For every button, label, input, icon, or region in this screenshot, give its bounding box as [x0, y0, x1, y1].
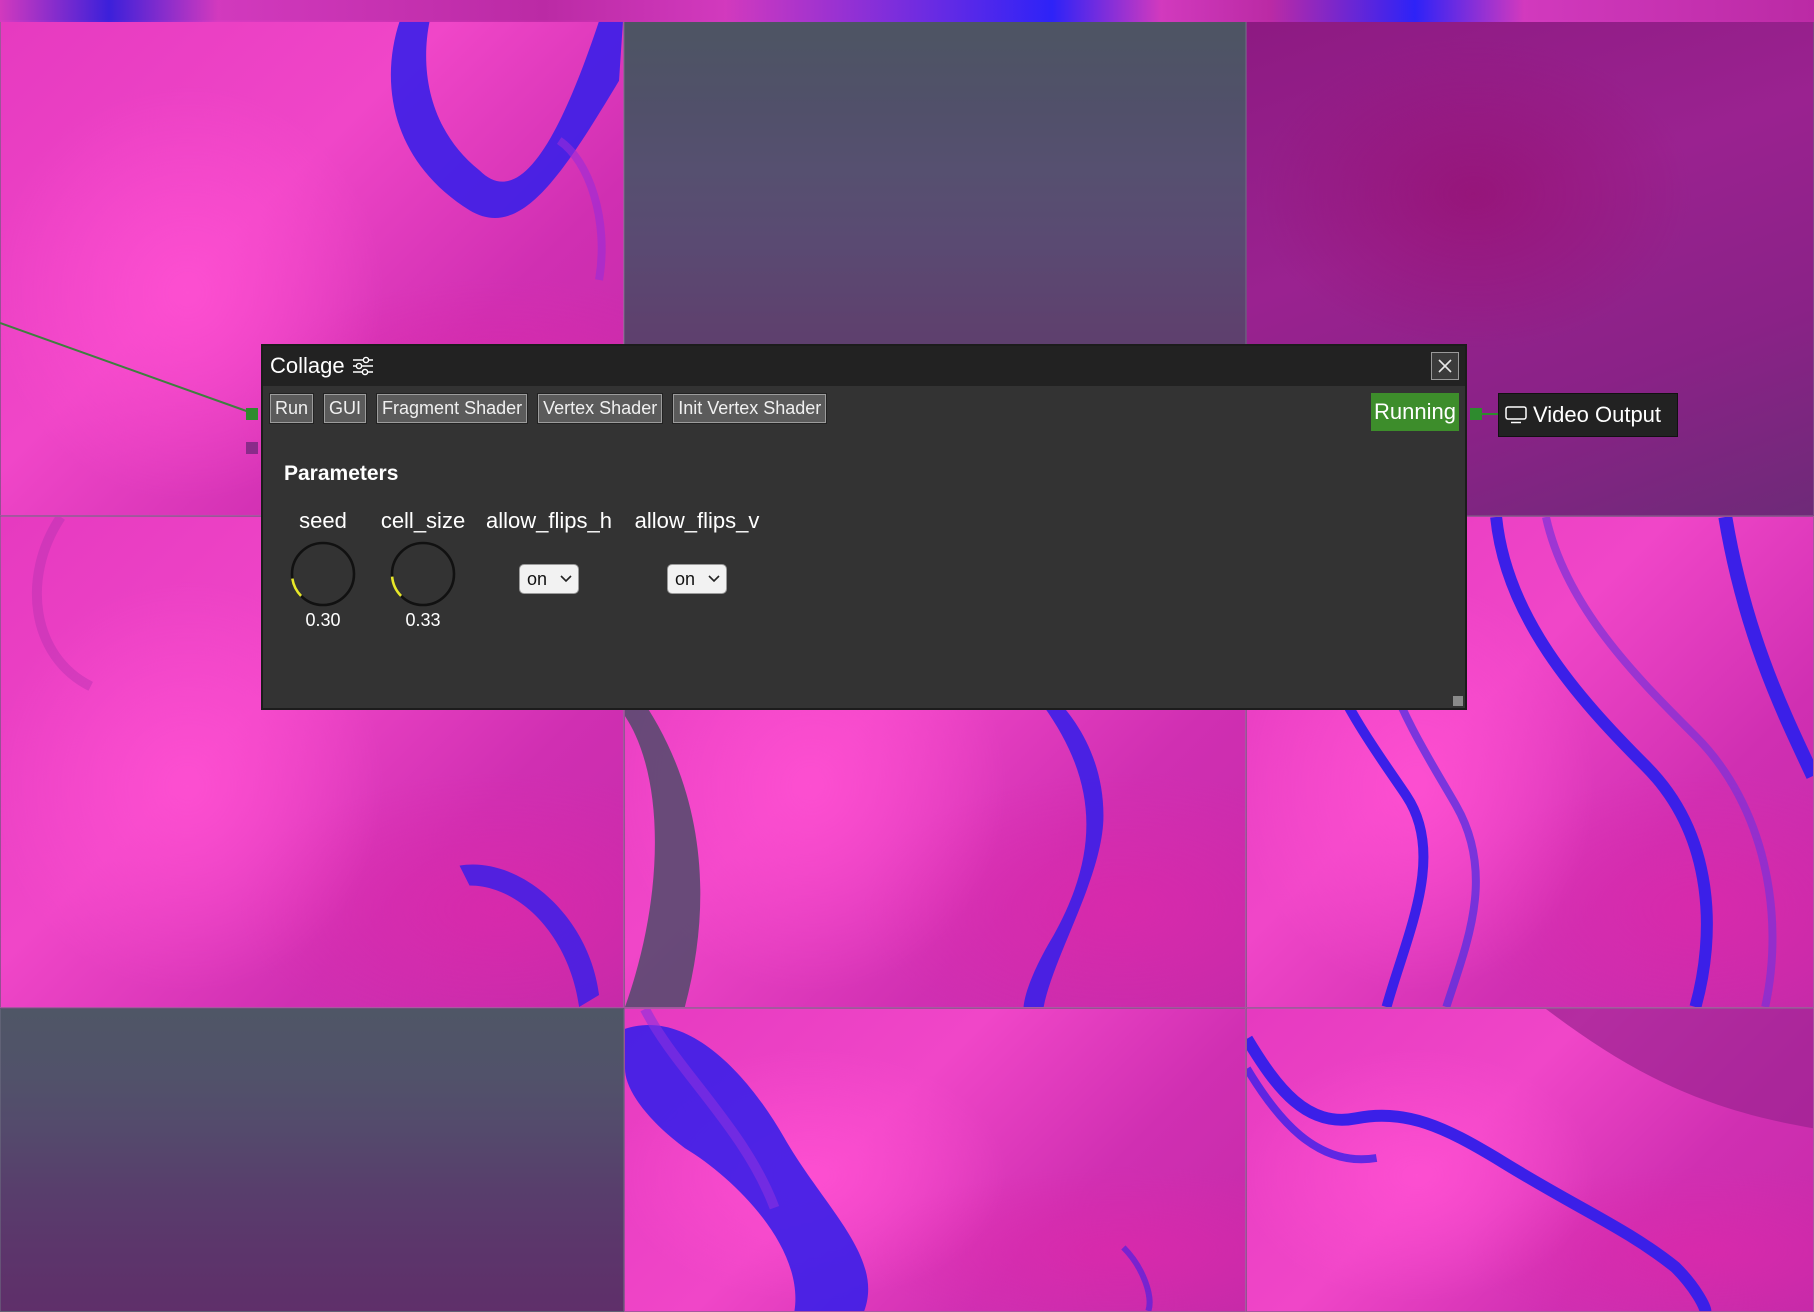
allow-flips-v-select[interactable]: on	[667, 564, 727, 594]
seed-value: 0.30	[305, 610, 341, 630]
close-button[interactable]	[1431, 352, 1459, 380]
init-vertex-shader-button[interactable]: Init Vertex Shader	[672, 393, 828, 424]
vertex-shader-button[interactable]: Vertex Shader	[537, 393, 664, 424]
input-port-texture[interactable]	[246, 408, 258, 420]
output-port[interactable]	[1470, 408, 1482, 420]
background-tile	[1246, 1008, 1814, 1312]
background-tile	[0, 1008, 624, 1312]
background-tile	[624, 1008, 1246, 1312]
chevron-down-icon	[560, 575, 572, 583]
param-label: seed	[299, 508, 347, 533]
video-output-node[interactable]: Video Output	[1498, 393, 1678, 437]
cell-size-value: 0.33	[405, 610, 441, 630]
output-wire	[1482, 413, 1498, 415]
monitor-icon	[1505, 406, 1527, 424]
param-label: cell_size	[380, 508, 466, 533]
sliders-icon[interactable]	[351, 354, 375, 378]
node-titlebar[interactable]: Collage	[263, 346, 1465, 386]
chevron-down-icon	[708, 575, 720, 583]
canvas[interactable]: Collage Run GUI Fragment Shader Vertex S…	[0, 0, 1814, 1312]
param-label: allow_flips_v	[634, 508, 760, 533]
close-icon	[1438, 359, 1452, 373]
param-seed: seed 0.30	[285, 508, 361, 631]
select-value: on	[675, 568, 696, 589]
background-strip	[0, 0, 1814, 22]
video-output-label: Video Output	[1533, 402, 1662, 427]
gui-button[interactable]: GUI	[323, 393, 368, 424]
param-cell-size: cell_size 0.33	[375, 508, 471, 631]
fragment-shader-button[interactable]: Fragment Shader	[376, 393, 529, 424]
param-allow-flips-v: allow_flips_v on	[627, 508, 767, 594]
resize-handle[interactable]	[1453, 696, 1463, 706]
select-value: on	[527, 568, 548, 589]
allow-flips-h-select[interactable]: on	[519, 564, 579, 594]
input-port-params[interactable]	[246, 442, 258, 454]
cell-size-knob[interactable]	[389, 540, 457, 608]
node-title: Collage	[270, 353, 345, 378]
param-allow-flips-h: allow_flips_h on	[479, 508, 619, 594]
parameters-heading: Parameters	[284, 462, 399, 485]
collage-node[interactable]: Collage Run GUI Fragment Shader Vertex S…	[261, 344, 1467, 710]
status-badge: Running	[1371, 393, 1459, 431]
node-toolbar: Run GUI Fragment Shader Vertex Shader In…	[268, 393, 828, 424]
param-label: allow_flips_h	[486, 508, 612, 533]
run-button[interactable]: Run	[268, 393, 315, 424]
seed-knob[interactable]	[289, 540, 357, 608]
